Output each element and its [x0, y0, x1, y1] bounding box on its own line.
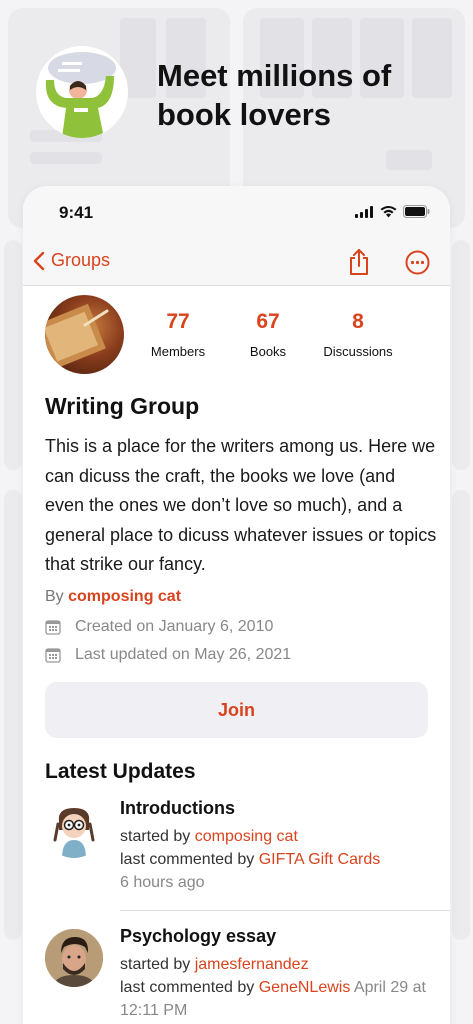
user-avatar [45, 800, 103, 858]
stat-label: Discussions [323, 344, 393, 359]
update-body: Introductions started by composing cat l… [120, 798, 430, 894]
started-line: started by composing cat [120, 825, 430, 848]
status-bar: 9:41 [23, 186, 450, 238]
started-prefix: started by [120, 956, 191, 973]
started-line: started by jamesfernandez [120, 953, 430, 976]
user-avatar [45, 929, 103, 987]
update-title: Introductions [120, 798, 235, 818]
stat-label: Members [150, 344, 206, 359]
update-time: 6 hours ago [120, 874, 205, 891]
commenter-link[interactable]: GeneNLewis [259, 979, 351, 996]
more-options-button[interactable] [405, 250, 430, 280]
promo-header: Meet millions of book lovers [0, 0, 473, 180]
stat-label: Books [249, 344, 287, 359]
signal-icon [355, 205, 373, 218]
stat-value: 8 [352, 310, 364, 333]
navigation-bar: Groups [23, 238, 450, 286]
byline-prefix: By [45, 588, 64, 605]
stat-discussions[interactable]: 8 Discussions [315, 310, 401, 359]
created-date: Created on January 6, 2010 [75, 618, 274, 635]
commenter-link[interactable]: GIFTA Gift Cards [259, 851, 381, 868]
chevron-left-icon [33, 251, 45, 270]
promo-title: Meet millions of book lovers [157, 58, 392, 132]
more-icon [405, 250, 430, 275]
phone-screen: 9:41 Groups 77 Members 67 Books 8 Discus… [23, 186, 450, 1024]
stat-value: 67 [256, 310, 280, 333]
commented-line: last commented by GIFTA Gift Cards [120, 848, 430, 871]
commented-prefix: last commented by [120, 851, 255, 868]
status-icons [355, 205, 430, 218]
stat-value: 77 [166, 310, 190, 333]
divider [120, 910, 450, 911]
back-button[interactable]: Groups [33, 250, 110, 271]
starter-link[interactable]: jamesfernandez [195, 956, 309, 973]
group-description: This is a place for the writers among us… [45, 436, 437, 575]
battery-icon [403, 205, 430, 218]
group-name: Writing Group [45, 393, 200, 419]
wifi-icon [380, 205, 397, 217]
update-title: Psychology essay [120, 926, 277, 946]
share-icon [350, 249, 368, 275]
reader-illustration [36, 46, 128, 138]
latest-updates-title: Latest Updates [45, 760, 196, 783]
stat-books[interactable]: 67 Books [238, 310, 298, 359]
update-body: Psychology essay started by jamesfernand… [120, 926, 430, 1022]
calendar-icon [45, 648, 61, 663]
back-label: Groups [51, 250, 111, 270]
commented-prefix: last commented by [120, 979, 255, 996]
author-link[interactable]: composing cat [68, 588, 181, 605]
status-time: 9:41 [59, 203, 94, 222]
byline: By composing cat [45, 588, 181, 606]
group-photo [45, 295, 124, 374]
join-button[interactable]: Join [45, 682, 428, 738]
share-button[interactable] [347, 248, 371, 281]
starter-link[interactable]: composing cat [195, 828, 298, 845]
started-prefix: started by [120, 828, 191, 845]
stat-members[interactable]: 77 Members [143, 310, 213, 359]
calendar-icon [45, 620, 61, 635]
commented-line: last commented by GeneNLewis April 29 at… [120, 976, 430, 1022]
updated-row: Last updated on May 26, 2021 [45, 646, 291, 664]
updated-date: Last updated on May 26, 2021 [75, 646, 292, 663]
created-row: Created on January 6, 2010 [45, 618, 273, 636]
